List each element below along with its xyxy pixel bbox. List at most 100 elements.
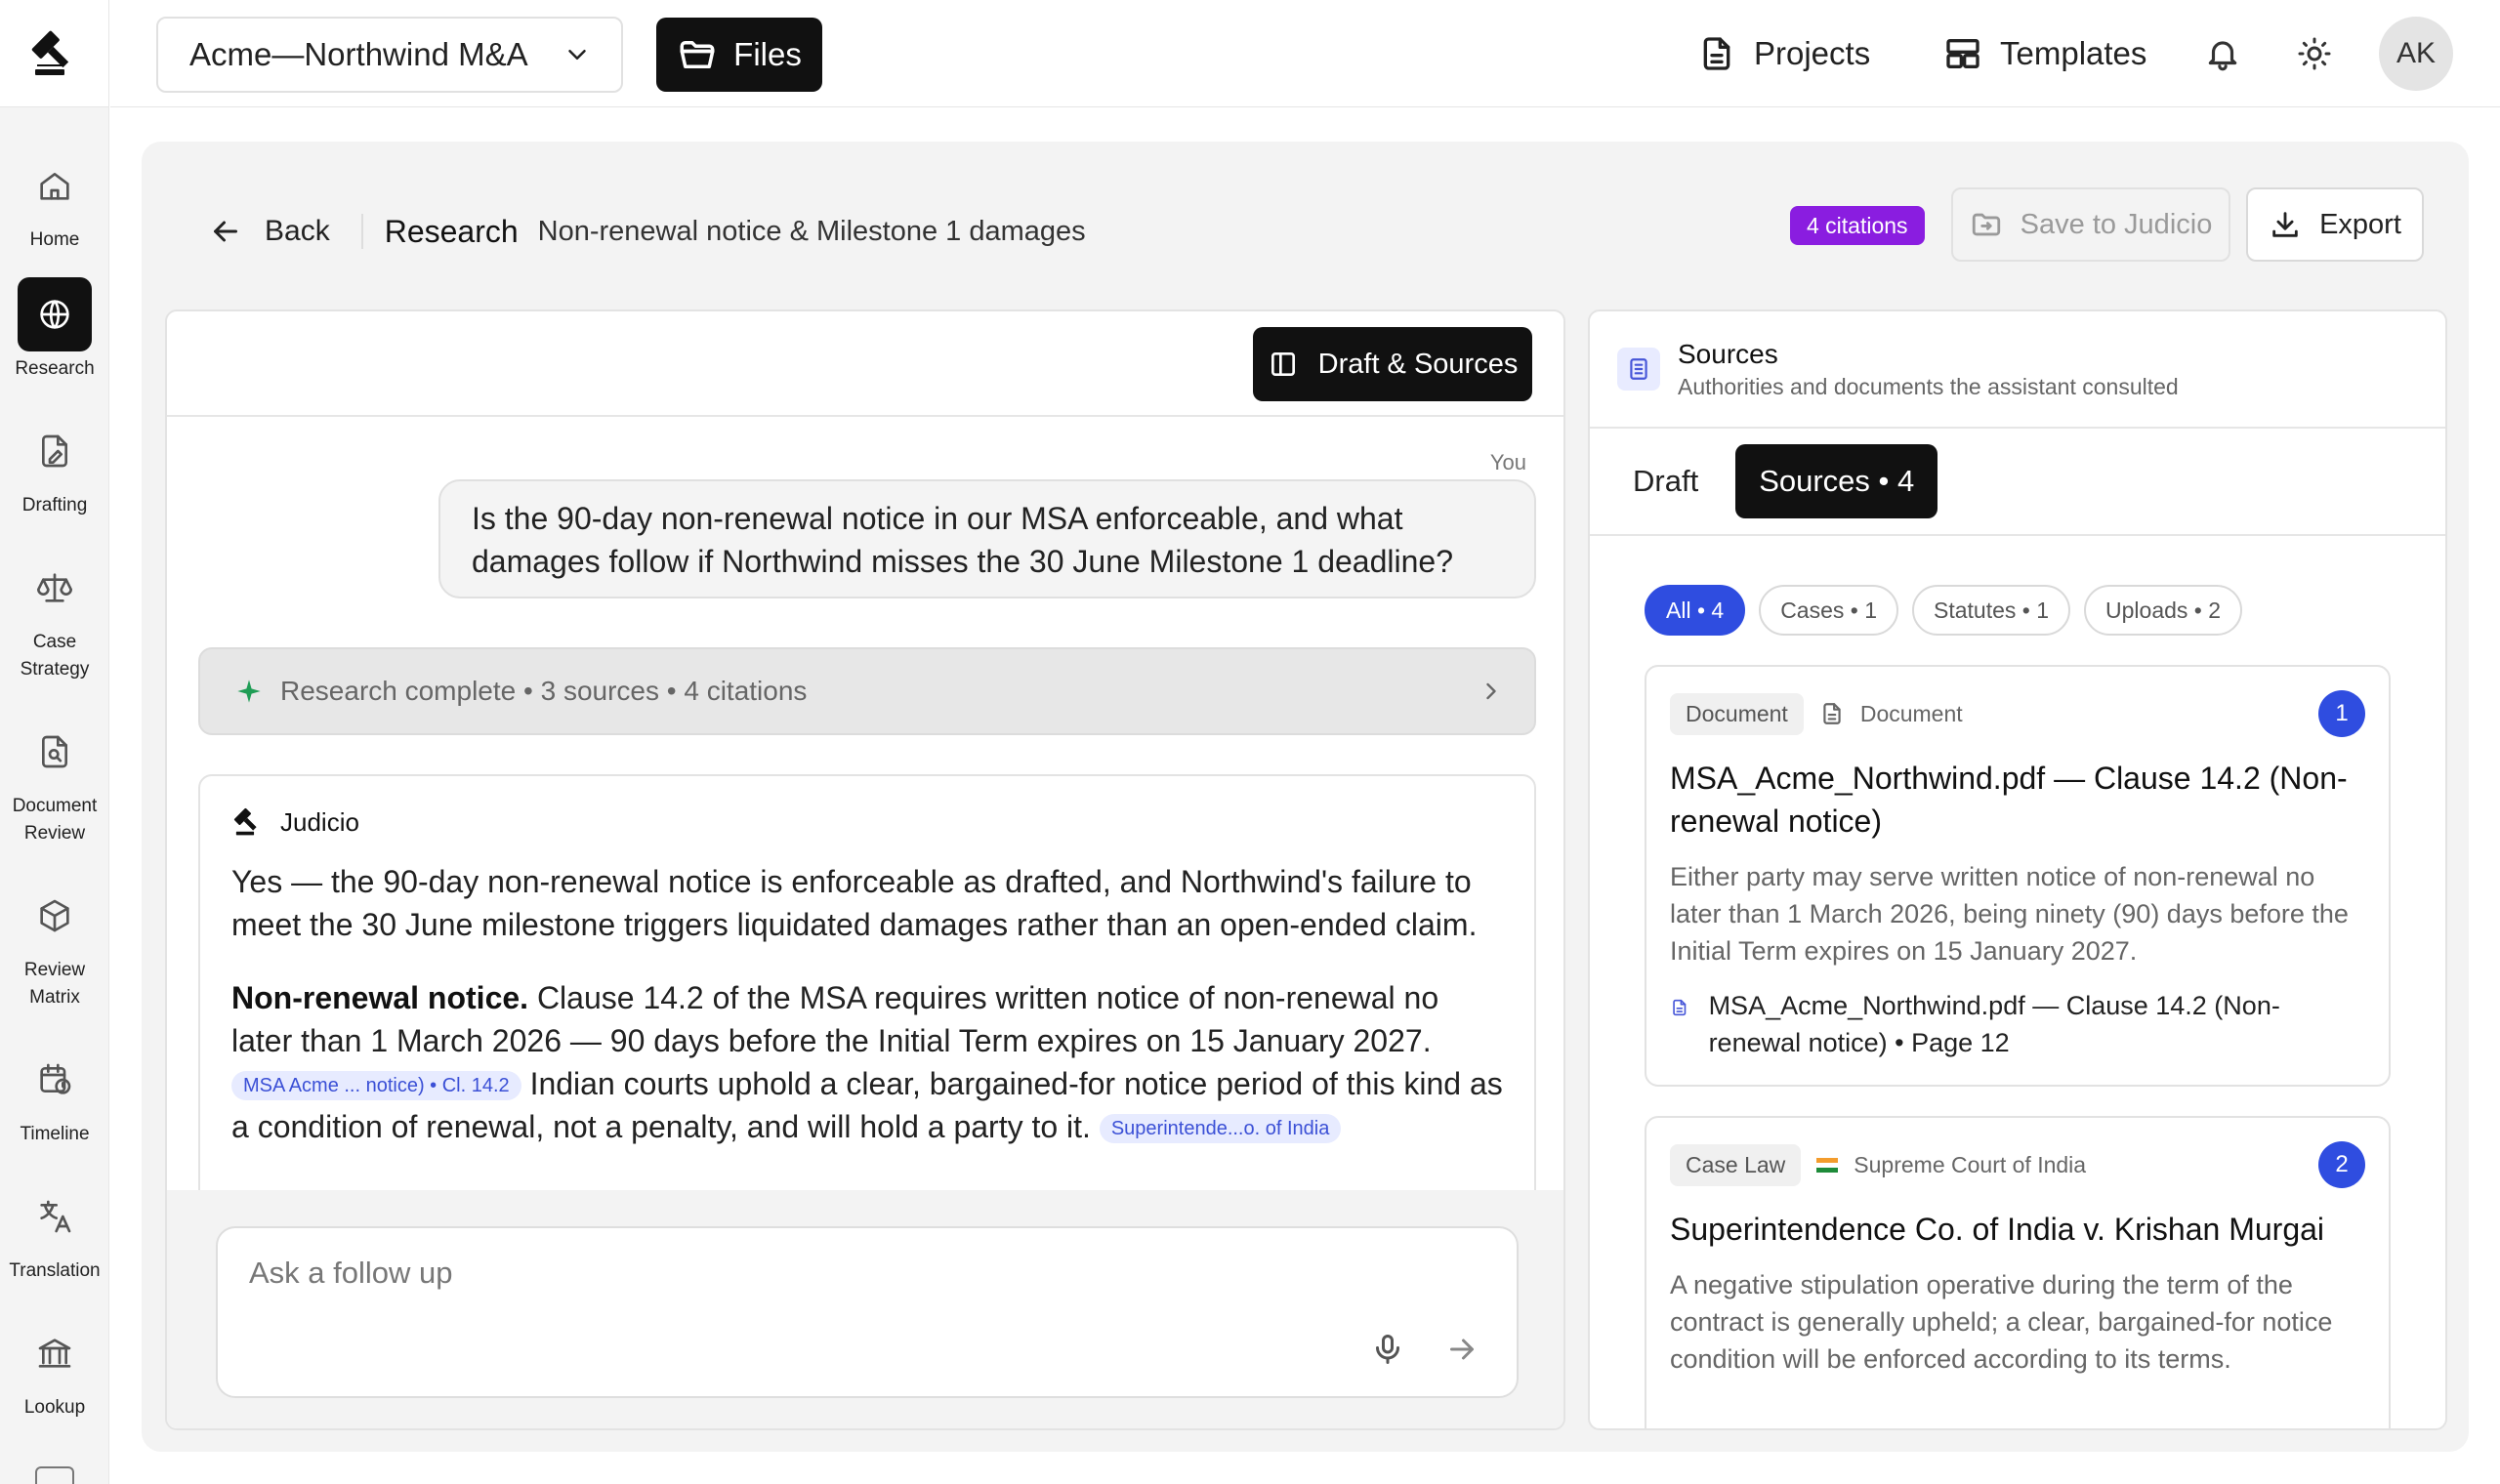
research-workspace: Back Research Non-renewal notice & Miles… xyxy=(142,142,2469,1452)
nav-translation[interactable]: Translation xyxy=(0,1179,109,1285)
chat-panel: Draft & Sources You Is the 90-day non-re… xyxy=(165,309,1565,1430)
sources-title: Sources xyxy=(1678,338,1778,369)
document-list-icon xyxy=(1617,348,1660,391)
source-type: Document xyxy=(1859,700,1963,726)
source-title: MSA_Acme_Northwind.pdf — Clause 14.2 (No… xyxy=(1670,761,2348,839)
nav-timeline-label: Timeline xyxy=(20,1124,90,1144)
user-message: Is the 90-day non-renewal notice in our … xyxy=(438,479,1536,598)
arrow-left-icon xyxy=(214,221,237,242)
draft-sources-button[interactable]: Draft & Sources xyxy=(1253,327,1532,401)
left-nav-rail: Home Research Drafting Case Strategy Doc… xyxy=(0,0,109,1484)
citation-chip[interactable]: Superintende...o. of India xyxy=(1099,1114,1342,1143)
nav-lookup[interactable]: Lookup xyxy=(0,1316,109,1422)
filter-statutes[interactable]: Statutes • 1 xyxy=(1912,585,2071,636)
pen-document-icon xyxy=(18,414,92,488)
filter-uploads[interactable]: Uploads • 2 xyxy=(2084,585,2243,636)
citation-chip[interactable]: MSA Acme ... notice) • Cl. 14.2 xyxy=(231,1071,521,1100)
nav-home-label: Home xyxy=(29,229,80,250)
chat-header: Draft & Sources xyxy=(167,311,1563,417)
source-reference[interactable]: MSA_Acme_Northwind.pdf — Clause 14.2 (No… xyxy=(1670,987,2365,1061)
source-tag: Document xyxy=(1670,692,1804,735)
answer-paragraph: Non-renewal notice. Clause 14.2 of the M… xyxy=(231,976,1503,1148)
top-bar: Acme—Northwind M&A Files Projects Templa… xyxy=(110,0,2500,107)
send-arrow-icon[interactable] xyxy=(1444,1332,1479,1367)
nav-research[interactable]: Research xyxy=(0,277,109,383)
avatar-initials: AK xyxy=(2396,37,2437,69)
answer-intro: Yes — the 90-day non-renewal notice is e… xyxy=(231,864,1478,942)
followup-input[interactable]: Ask a follow up xyxy=(216,1226,1519,1398)
layout-icon xyxy=(1946,39,1979,68)
gavel-icon xyxy=(233,807,257,836)
nav-review-matrix[interactable]: Review Matrix xyxy=(0,879,109,1011)
source-card[interactable]: Document Document 1 MSA_Acme_Northwind.p… xyxy=(1645,665,2391,1087)
section-title: Research xyxy=(384,213,519,249)
project-name: Acme—Northwind M&A xyxy=(189,36,528,72)
sources-header: Sources Authorities and documents the as… xyxy=(1590,311,2445,429)
user-avatar[interactable]: AK xyxy=(2379,17,2453,91)
research-status-text: Research complete • 3 sources • 4 citati… xyxy=(280,676,808,706)
document-search-icon xyxy=(18,715,92,789)
you-label: You xyxy=(1489,450,1526,474)
followup-placeholder: Ask a follow up xyxy=(249,1256,453,1290)
source-court: Supreme Court of India xyxy=(1854,1151,2087,1177)
assistant-header: Judicio xyxy=(231,805,1503,839)
theme-toggle-button[interactable] xyxy=(2290,29,2339,78)
source-number-badge: 2 xyxy=(2318,1141,2365,1188)
source-excerpt: A negative stipulation operative during … xyxy=(1670,1270,2333,1374)
page-subtitle: Non-renewal notice & Milestone 1 damages xyxy=(537,215,1086,247)
institution-icon xyxy=(18,1316,92,1390)
sparkle-icon xyxy=(237,680,261,703)
nav-research-label: Research xyxy=(15,358,95,379)
research-status-bar[interactable]: Research complete • 3 sources • 4 citati… xyxy=(198,647,1536,735)
templates-label: Templates xyxy=(2000,35,2147,71)
breadcrumb: Back Research Non-renewal notice & Miles… xyxy=(208,202,1086,261)
nav-document-review[interactable]: Document Review xyxy=(0,715,109,847)
document-icon xyxy=(1823,703,1841,724)
bell-icon xyxy=(2208,41,2237,71)
filter-all[interactable]: All • 4 xyxy=(1645,585,1746,636)
draft-sources-label: Draft & Sources xyxy=(1317,348,1519,380)
microphone-icon[interactable] xyxy=(1370,1332,1405,1367)
source-reference-text: MSA_Acme_Northwind.pdf — Clause 14.2 (No… xyxy=(1708,991,2280,1057)
calendar-clock-icon xyxy=(18,1043,92,1117)
notifications-button[interactable] xyxy=(2198,29,2247,78)
projects-label: Projects xyxy=(1754,35,1871,71)
source-card-meta: Case Law Supreme Court of India 2 xyxy=(1670,1141,2365,1188)
panel-tabs: Draft Sources • 4 xyxy=(1590,429,2445,536)
scales-icon xyxy=(18,551,92,625)
projects-link[interactable]: Projects xyxy=(1697,24,1870,83)
nav-drafting-label: Drafting xyxy=(21,495,88,515)
folder-save-icon xyxy=(1972,213,2000,236)
document-icon xyxy=(1703,37,1730,70)
nav-translation-label: Translation xyxy=(9,1260,101,1281)
tab-sources[interactable]: Sources • 4 xyxy=(1735,444,1938,518)
source-filters: All • 4 Cases • 1 Statutes • 1 Uploads •… xyxy=(1645,585,2243,636)
answer-heading: Non-renewal notice. xyxy=(231,980,529,1015)
files-button[interactable]: Files xyxy=(656,18,822,92)
templates-link[interactable]: Templates xyxy=(1943,24,2146,83)
export-button[interactable]: Export xyxy=(2246,187,2424,262)
assistant-answer: Judicio Yes — the 90-day non-renewal not… xyxy=(198,774,1536,1223)
source-card[interactable]: Case Law Supreme Court of India 2 Superi… xyxy=(1645,1116,2391,1428)
sources-subtitle: Authorities and documents the assistant … xyxy=(1678,373,2179,399)
save-to-judicio-button[interactable]: Save to Judicio xyxy=(1951,187,2230,262)
nav-case-strategy[interactable]: Case Strategy xyxy=(0,551,109,683)
globe-icon xyxy=(18,277,92,351)
nav-home[interactable]: Home xyxy=(0,148,109,254)
app-logo[interactable] xyxy=(0,0,108,107)
chevron-right-icon xyxy=(1486,682,1496,700)
save-label: Save to Judicio xyxy=(2020,208,2213,240)
nav-drafting[interactable]: Drafting xyxy=(0,414,109,519)
source-tag: Case Law xyxy=(1670,1143,1802,1186)
export-label: Export xyxy=(2319,208,2401,240)
input-tools xyxy=(1370,1332,1479,1367)
gavel-logo-icon xyxy=(31,30,68,75)
nav-timeline[interactable]: Timeline xyxy=(0,1043,109,1148)
tab-draft[interactable]: Draft xyxy=(1633,464,1698,499)
project-selector[interactable]: Acme—Northwind M&A xyxy=(156,17,623,93)
chevron-down-icon xyxy=(568,50,586,60)
cube-icon xyxy=(18,879,92,953)
back-button[interactable]: Back xyxy=(208,214,363,249)
source-title: Superintendence Co. of India v. Krishan … xyxy=(1670,1212,2325,1247)
filter-cases[interactable]: Cases • 1 xyxy=(1759,585,1899,636)
